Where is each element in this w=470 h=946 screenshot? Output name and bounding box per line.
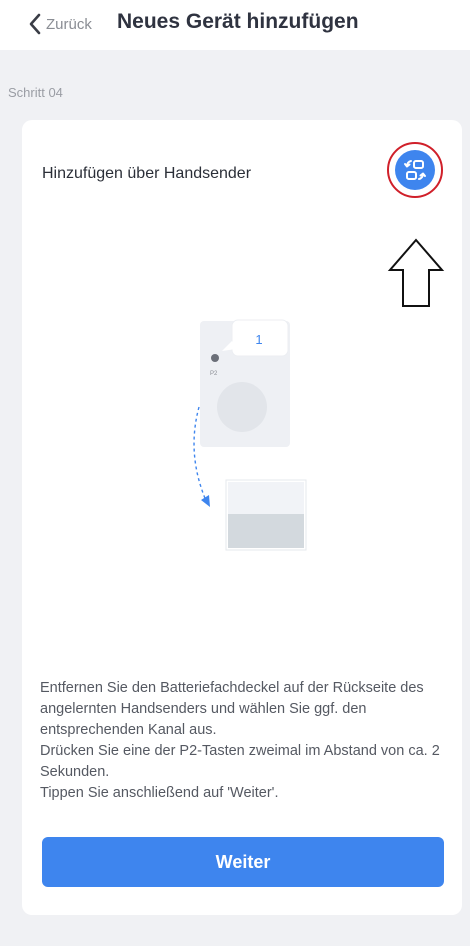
chevron-left-icon (29, 13, 41, 35)
page-title: Neues Gerät hinzufügen (117, 10, 359, 33)
remote-button-circle (217, 382, 267, 432)
dashed-arrow-head (201, 495, 210, 507)
content-card: Hinzufügen über Handsender P2 1 Entferne… (22, 120, 462, 915)
switch-method-button[interactable] (395, 150, 435, 190)
instructions-text: Entfernen Sie den Batteriefachdeckel auf… (40, 678, 450, 804)
instruction-line: Tippen Sie anschließend auf 'Weiter'. (40, 785, 279, 801)
navigation-bar: Zurück Neues Gerät hinzufügen (0, 0, 470, 50)
remote-button-label: P2 (210, 371, 218, 377)
next-button[interactable]: Weiter (42, 837, 444, 887)
step-label: Schritt 04 (8, 85, 63, 100)
back-label: Zurück (46, 15, 92, 33)
battery-cover-bottom (228, 514, 304, 548)
battery-cover-top (228, 482, 304, 514)
back-button[interactable]: Zurück (28, 11, 92, 37)
up-arrow-icon (387, 238, 445, 307)
remote-led (211, 354, 219, 362)
instruction-line: Entfernen Sie den Batteriefachdeckel auf… (40, 680, 424, 738)
card-title: Hinzufügen über Handsender (42, 165, 252, 182)
instruction-line: Drücken Sie eine der P2-Tasten zweimal i… (40, 743, 440, 780)
switch-method-icon (404, 160, 426, 180)
remote-illustration: P2 1 (193, 319, 307, 551)
channel-number: 1 (255, 332, 262, 347)
